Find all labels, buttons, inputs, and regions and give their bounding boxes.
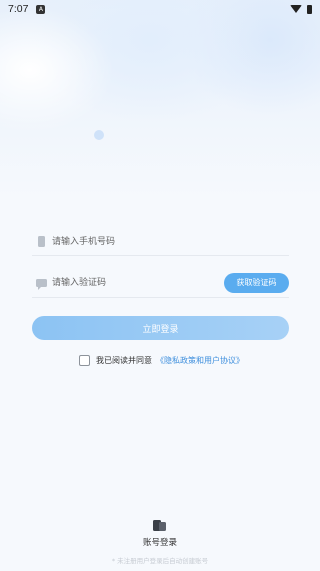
code-field-row: 获取验证码	[32, 268, 289, 298]
wifi-icon	[290, 5, 302, 13]
footer-note: * 未注册用户登录后自动创建账号	[111, 557, 209, 565]
status-indicators	[290, 4, 312, 14]
privacy-policy-link[interactable]: 《隐私政策和用户协议》	[156, 355, 244, 366]
message-icon	[32, 278, 50, 290]
status-bar: 7:07 A	[0, 0, 320, 18]
login-form: 获取验证码	[32, 228, 289, 298]
verification-code-input[interactable]	[52, 272, 224, 293]
agreement-text: 我已阅读并同意	[96, 355, 152, 365]
background-decoration	[0, 0, 320, 200]
phone-icon	[32, 236, 50, 247]
agreement-checkbox[interactable]	[79, 354, 90, 366]
phone-field-row	[32, 228, 289, 256]
battery-icon	[307, 4, 312, 14]
app-notification-icon: A	[36, 4, 46, 14]
agreement-row: 我已阅读并同意 《隐私政策和用户协议》	[79, 354, 244, 366]
login-button[interactable]: 立即登录	[32, 316, 289, 340]
phone-input[interactable]	[52, 231, 289, 252]
account-login-button[interactable]: 账号登录	[0, 520, 320, 548]
account-login-icon	[153, 520, 167, 531]
get-code-button[interactable]: 获取验证码	[224, 272, 289, 293]
background-dot	[94, 130, 104, 140]
status-time: 7:07	[8, 3, 29, 15]
account-login-label: 账号登录	[142, 538, 177, 548]
